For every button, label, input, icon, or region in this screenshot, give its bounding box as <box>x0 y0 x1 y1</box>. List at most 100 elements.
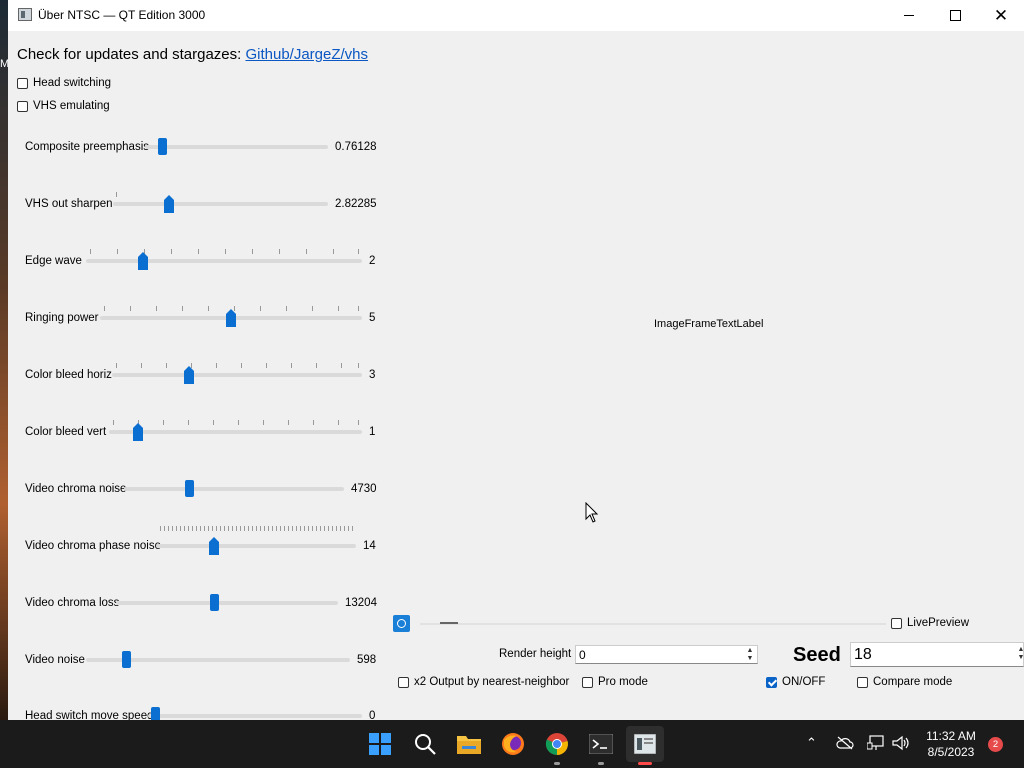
title-bar[interactable]: Über NTSC — QT Edition 3000 ✕ <box>8 0 1024 31</box>
live-preview-checkbox[interactable]: LivePreview <box>891 617 969 629</box>
slider-tick <box>188 526 189 531</box>
compare-mode-checkbox[interactable]: Compare mode <box>857 676 952 688</box>
param-value: 13204 <box>345 597 377 609</box>
slider-tick <box>300 526 301 531</box>
slider-thumb[interactable] <box>158 138 167 155</box>
slider-tick <box>208 526 209 531</box>
slider-tick <box>224 526 225 531</box>
slider-tick <box>236 526 237 531</box>
param-value: 3 <box>369 369 376 381</box>
render-height-label: Render height <box>499 648 572 660</box>
slider-track[interactable] <box>86 259 362 263</box>
spin-arrows-icon[interactable]: ▲ ▼ <box>745 647 755 663</box>
slider-tick <box>212 526 213 531</box>
preview-controls-panel: LivePreview Render height 0 ▲ ▼ Seed 18 ▲… <box>390 605 1024 720</box>
slider-tick <box>204 526 205 531</box>
slider-track[interactable] <box>124 487 344 491</box>
slider-tick <box>264 526 265 531</box>
on-off-label: ON/OFF <box>782 676 826 688</box>
live-preview-box[interactable] <box>891 617 902 629</box>
slider-tick <box>280 526 281 531</box>
pro-mode-box[interactable] <box>582 676 593 688</box>
slider-thumb[interactable] <box>122 651 131 668</box>
slider-tick <box>248 526 249 531</box>
maximize-button[interactable] <box>932 0 978 31</box>
render-height-input[interactable]: 0 ▲ ▼ <box>575 645 758 664</box>
slider-tick <box>336 526 337 531</box>
param-label: Video chroma noise <box>25 483 127 495</box>
vhs-emulating-checkbox[interactable]: VHS emulating <box>17 100 110 112</box>
mouse-cursor-icon <box>585 502 599 523</box>
slider-track[interactable] <box>145 145 328 149</box>
param-ringing-power: Ringing power 5 <box>8 306 388 330</box>
compare-mode-box[interactable] <box>857 676 868 688</box>
frame-slider-handle[interactable] <box>440 622 458 624</box>
slider-thumb[interactable] <box>210 594 219 611</box>
slider-tick <box>184 526 185 531</box>
window-title: Über NTSC — QT Edition 3000 <box>38 8 206 22</box>
spin-arrows-icon[interactable]: ▲ ▼ <box>1016 646 1024 662</box>
slider-tick <box>244 526 245 531</box>
param-color-bleed-horiz: Color bleed horiz 3 <box>8 363 388 387</box>
chevron-up-icon[interactable]: ⌃ <box>806 735 817 751</box>
vhs-emulating-box[interactable] <box>17 100 28 112</box>
frame-slider[interactable] <box>420 622 886 625</box>
github-link[interactable]: Github/JargeZ/vhs <box>245 46 368 63</box>
slider-tick <box>340 526 341 531</box>
search-icon[interactable] <box>410 729 440 759</box>
param-label: Head switch move speed <box>25 710 154 720</box>
param-label: Ringing power <box>25 312 99 324</box>
slider-tick <box>160 526 161 531</box>
start-icon[interactable] <box>365 729 395 759</box>
slider-tick <box>240 526 241 531</box>
slider-track[interactable] <box>112 373 362 377</box>
param-video-chroma-loss: Video chroma loss 13204 <box>8 591 388 615</box>
system-clock[interactable]: 11:32 AM 8/5/2023 <box>916 728 986 760</box>
param-value: 598 <box>357 654 377 666</box>
seed-input[interactable]: 18 ▲ ▼ <box>850 642 1024 667</box>
slider-track[interactable] <box>156 544 356 548</box>
slider-track[interactable] <box>116 601 338 605</box>
slider-thumb[interactable] <box>185 480 194 497</box>
slider-tick <box>320 526 321 531</box>
head-switching-box[interactable] <box>17 77 28 89</box>
slider-thumb[interactable] <box>151 707 160 720</box>
slider-tick <box>316 526 317 531</box>
param-composite-preemphasis: Composite preemphasis 0.76128 <box>8 135 388 159</box>
slider-tick <box>288 526 289 531</box>
slider-thumb[interactable] <box>164 195 174 213</box>
slider-tick <box>312 526 313 531</box>
terminal-icon[interactable] <box>586 729 616 765</box>
volume-icon[interactable] <box>892 735 910 751</box>
slider-track[interactable] <box>109 430 362 434</box>
preview-icon[interactable] <box>393 615 410 632</box>
app-window: Über NTSC — QT Edition 3000 ✕ Check for … <box>8 0 1024 720</box>
slider-tick <box>200 526 201 531</box>
param-value: 0 <box>369 710 376 720</box>
firefox-icon[interactable] <box>498 729 528 759</box>
cloud-offline-icon[interactable] <box>836 736 854 750</box>
param-video-chroma-phase-noise: Video chroma phase noise 14 <box>8 526 388 558</box>
close-button[interactable]: ✕ <box>978 0 1024 31</box>
chrome-icon[interactable] <box>542 729 572 765</box>
on-off-box[interactable] <box>766 676 777 688</box>
ntsc-app-icon[interactable] <box>630 729 660 765</box>
slider-track[interactable] <box>148 714 362 718</box>
notification-badge[interactable]: 2 <box>988 737 1003 752</box>
minimize-button[interactable] <box>886 0 932 31</box>
slider-track[interactable] <box>113 192 328 206</box>
slider-ticks <box>160 526 354 540</box>
update-notice: Check for updates and stargazes: Github/… <box>17 46 368 63</box>
slider-tick <box>164 526 165 531</box>
file-explorer-icon[interactable] <box>454 729 484 759</box>
network-icon[interactable] <box>867 735 885 751</box>
slider-tick <box>228 526 229 531</box>
param-value: 1 <box>369 426 376 438</box>
head-switching-checkbox[interactable]: Head switching <box>17 77 111 89</box>
slider-tick <box>352 526 353 531</box>
param-vhs-out-sharpen: VHS out sharpen 2.82285 <box>8 192 388 216</box>
pro-mode-checkbox[interactable]: Pro mode <box>582 676 648 688</box>
x2-output-checkbox[interactable]: x2 Output by nearest-neighbor <box>398 676 569 688</box>
on-off-checkbox[interactable]: ON/OFF <box>766 676 825 688</box>
x2-output-box[interactable] <box>398 676 409 688</box>
